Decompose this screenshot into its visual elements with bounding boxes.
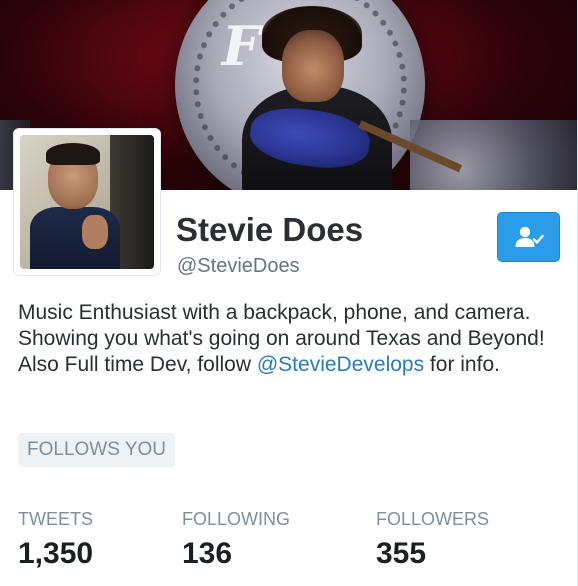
stat-tweets-label: TWEETS xyxy=(18,509,93,529)
stat-following-label: FOLLOWING xyxy=(182,509,291,529)
profile-bio: Music Enthusiast with a backpack, phone,… xyxy=(18,300,558,378)
profile-card: F Stevie Does @StevieDoes Music Enthusia… xyxy=(0,0,578,586)
bio-suffix: for info. xyxy=(424,353,500,376)
stat-following[interactable]: FOLLOWING 136 xyxy=(182,508,290,572)
stat-following-value: 136 xyxy=(182,537,233,570)
bio-mention-link[interactable]: @StevieDevelops xyxy=(257,353,424,376)
profile-name[interactable]: Stevie Does xyxy=(176,210,363,250)
avatar-frame[interactable] xyxy=(13,128,161,276)
stat-tweets[interactable]: TWEETS 1,350 xyxy=(18,508,93,572)
stat-followers[interactable]: FOLLOWERS 355 xyxy=(376,508,489,572)
stat-followers-value: 355 xyxy=(376,537,427,570)
avatar[interactable] xyxy=(20,135,154,269)
stat-followers-label: FOLLOWERS xyxy=(376,509,490,529)
following-user-check-icon xyxy=(515,226,544,247)
following-button[interactable] xyxy=(497,212,560,262)
follows-you-badge: FOLLOWS YOU xyxy=(18,433,176,467)
profile-handle[interactable]: @StevieDoes xyxy=(177,254,300,278)
stat-tweets-value: 1,350 xyxy=(18,537,94,570)
banner-performer-head xyxy=(282,30,344,102)
